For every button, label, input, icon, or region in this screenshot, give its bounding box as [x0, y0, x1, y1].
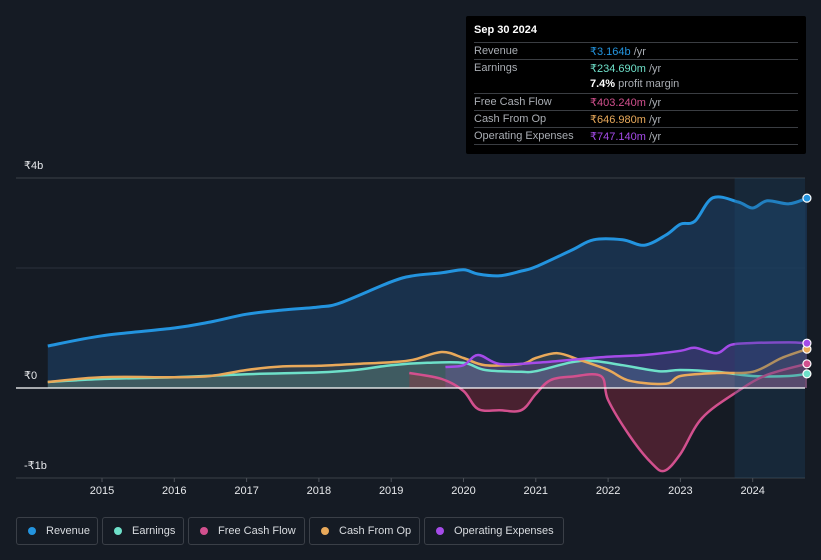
operating-expenses-end-point[interactable] — [802, 338, 812, 348]
legend-item-free-cash-flow[interactable]: Free Cash Flow — [188, 517, 305, 545]
x-tick-label: 2016 — [162, 485, 187, 497]
tooltip-value-unit: /yr — [645, 131, 662, 143]
tooltip-row-earnings: Earnings ₹234.690m /yr — [474, 59, 798, 77]
tooltip-value-unit: /yr — [645, 63, 662, 75]
x-tick-label: 2019 — [378, 485, 404, 497]
forecast-highlight-band — [734, 178, 805, 478]
tooltip-value-unit: /yr — [630, 46, 646, 58]
revenue-end-point[interactable] — [802, 193, 812, 203]
tooltip-label: Operating Expenses — [474, 130, 574, 142]
legend-dot-icon — [28, 527, 36, 535]
x-tick-label: 2018 — [306, 485, 332, 497]
legend-dot-icon — [114, 527, 122, 535]
legend-label: Earnings — [132, 525, 176, 537]
tooltip-row-revenue: Revenue ₹3.164b /yr — [474, 42, 798, 60]
legend-label: Cash From Op — [339, 525, 412, 537]
tooltip-row-profit-margin: 7.4% profit margin — [474, 76, 798, 93]
legend-item-operating-expenses[interactable]: Operating Expenses — [424, 517, 564, 545]
legend-item-cash-from-op[interactable]: Cash From Op — [309, 517, 420, 545]
tooltip-row-free-cash-flow: Free Cash Flow ₹403.240m /yr — [474, 93, 798, 111]
legend-dot-icon — [436, 527, 444, 535]
legend-item-earnings[interactable]: Earnings — [102, 517, 184, 545]
x-tick-label: 2021 — [523, 485, 549, 497]
tooltip-label: Revenue — [474, 45, 519, 57]
legend-item-revenue[interactable]: Revenue — [16, 517, 98, 545]
x-tick-label: 2015 — [89, 485, 115, 497]
tooltip-value: ₹234.690m /yr — [590, 62, 661, 75]
tooltip-value-number: ₹234.690m — [590, 63, 646, 75]
x-tick-label: 2017 — [234, 485, 259, 497]
x-tick-label: 2023 — [668, 485, 693, 497]
tooltip-value: ₹403.240m /yr — [590, 96, 661, 109]
tooltip-value-number: ₹3.164b — [590, 46, 631, 58]
x-tick-label: 2024 — [740, 485, 765, 497]
tooltip-date: Sep 30 2024 — [474, 24, 537, 36]
legend-dot-icon — [200, 527, 208, 535]
tooltip-label: Earnings — [474, 62, 518, 74]
tooltip-row-operating-expenses: Operating Expenses ₹747.140m /yr — [474, 127, 798, 145]
x-tick-label: 2022 — [595, 485, 621, 497]
free-cash-flow-end-point[interactable] — [802, 359, 812, 369]
tooltip-value-number: ₹747.140m — [590, 131, 646, 143]
tooltip-value-unit: /yr — [645, 114, 662, 126]
tooltip-row-cash-from-op: Cash From Op ₹646.980m /yr — [474, 110, 798, 128]
y-tick-label-bottom: -₹1b — [24, 460, 47, 472]
tooltip-value-number: 7.4% — [590, 78, 616, 90]
tooltip-label: Cash From Op — [474, 113, 547, 125]
y-tick-label-top: ₹4b — [24, 160, 44, 172]
tooltip-value: ₹646.980m /yr — [590, 113, 661, 126]
x-tick-label: 2020 — [451, 485, 476, 497]
tooltip-value: ₹3.164b /yr — [590, 45, 646, 58]
earnings-end-point[interactable] — [802, 369, 812, 379]
legend-label: Operating Expenses — [454, 525, 554, 537]
tooltip-value: 7.4% profit margin — [590, 78, 679, 90]
tooltip-value-unit: /yr — [645, 97, 662, 109]
tooltip-label: Free Cash Flow — [474, 96, 552, 108]
legend-label: Free Cash Flow — [218, 525, 296, 537]
tooltip-divider — [474, 144, 798, 145]
tooltip: Sep 30 2024 Revenue ₹3.164b /yr Earnings ₹2… — [466, 16, 806, 154]
legend-dot-icon — [321, 527, 329, 535]
tooltip-value-number: ₹403.240m — [590, 97, 646, 109]
tooltip-value-number: ₹646.980m — [590, 114, 646, 126]
y-tick-label-zero: ₹0 — [24, 370, 38, 382]
tooltip-value-unit: profit margin — [615, 78, 680, 90]
legend-label: Revenue — [46, 525, 91, 537]
tooltip-value: ₹747.140m /yr — [590, 130, 661, 143]
